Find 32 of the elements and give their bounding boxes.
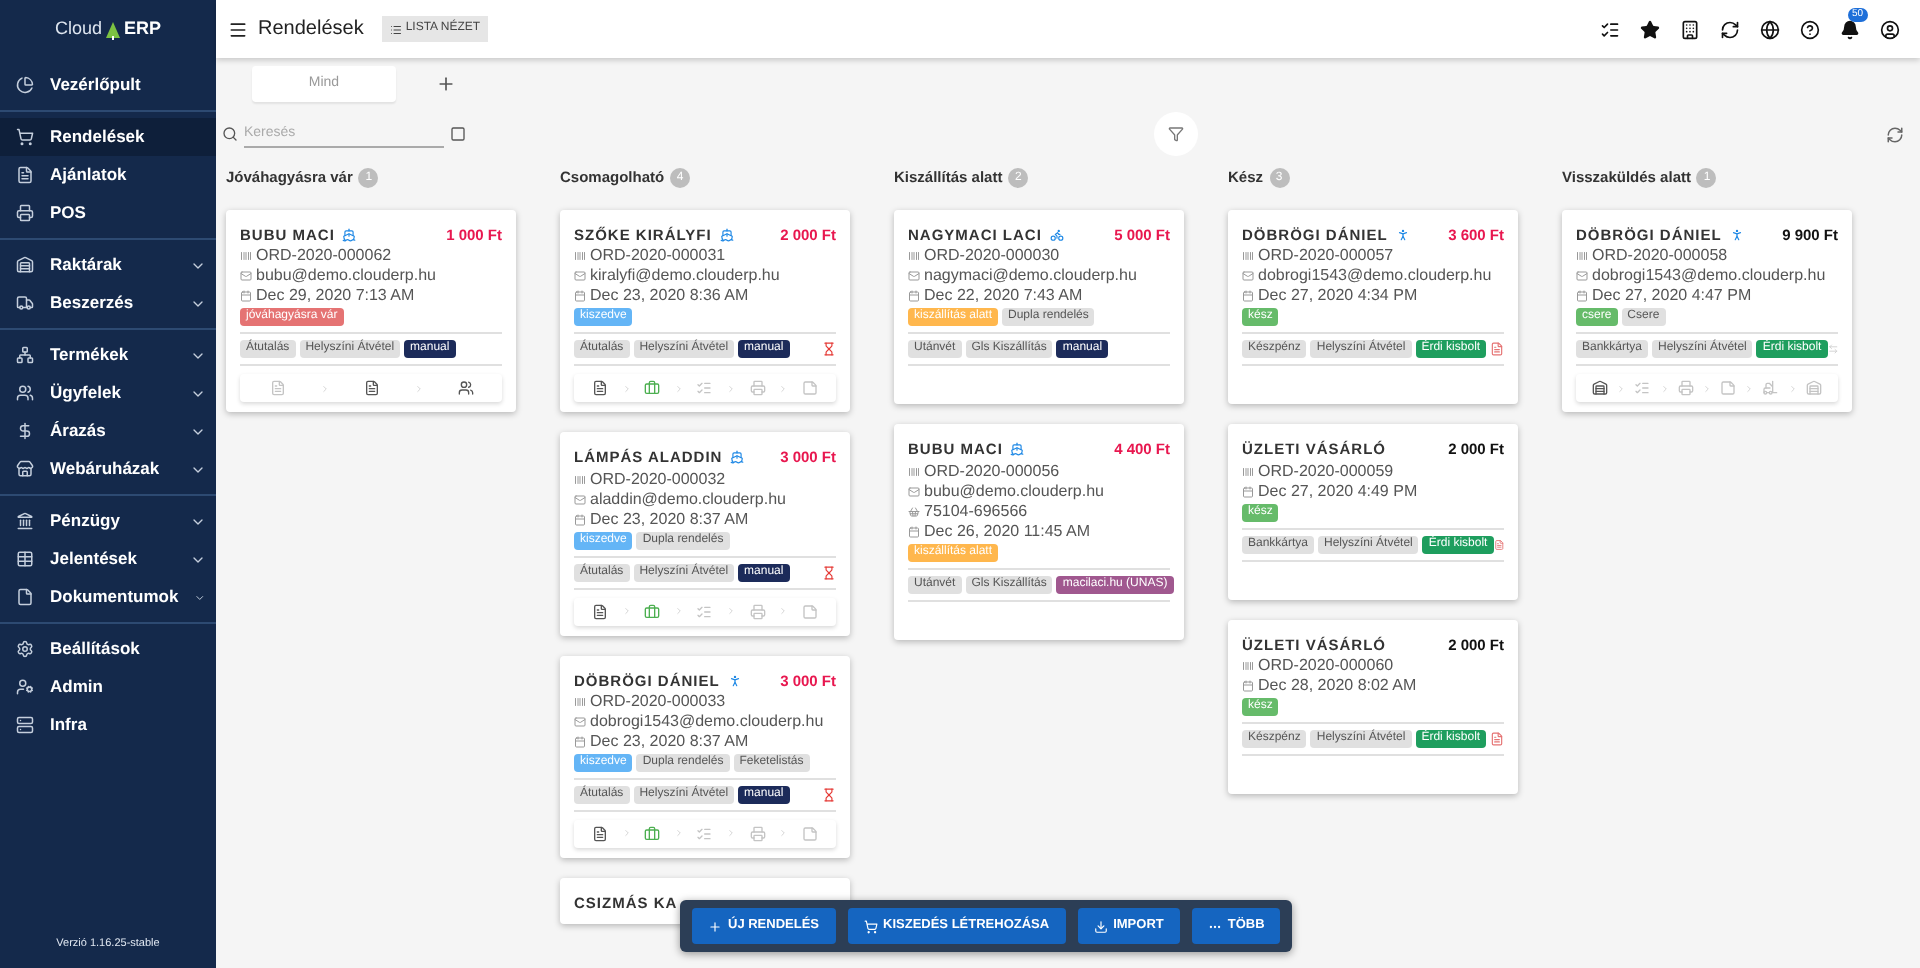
order-number: ORD-2020-000059 [1258,461,1394,481]
order-number: ORD-2020-000031 [590,246,726,267]
order-date: Dec 26, 2020 11:45 AM [924,521,1091,541]
order-number: ORD-2020-000033 [590,691,726,712]
customer-email: bubu@demo.clouderp.hu [256,266,436,287]
order-number: ORD-2020-000058 [1592,246,1728,267]
customer-email: dobrogi1543@demo.clouderp.hu [1258,266,1492,287]
order-date: Dec 28, 2020 8:02 AM [1258,675,1417,696]
order-number: ORD-2020-000056 [924,461,1060,481]
order-number: ORD-2020-000032 [590,469,726,489]
order-date: Dec 23, 2020 8:36 AM [590,286,749,307]
customer-email: dobrogi1543@demo.clouderp.hu [1592,266,1826,287]
order-date: Dec 27, 2020 4:47 PM [1592,286,1752,307]
tracking-number: 75104-696566 [924,501,1028,521]
customer-email: nagymaci@demo.clouderp.hu [924,266,1137,287]
logo-text: ERP [124,16,162,43]
customer-email: kiralyfi@demo.clouderp.hu [590,266,780,287]
order-date: Dec 23, 2020 8:37 AM [590,731,749,752]
customer-email: aladdin@demo.clouderp.hu [590,489,786,509]
page-title: Rendelések [258,16,364,44]
customer-email: bubu@demo.clouderp.hu [924,481,1104,501]
order-date: Dec 29, 2020 7:13 AM [256,286,415,307]
order-date: Dec 27, 2020 4:34 PM [1258,286,1418,307]
order-date: Dec 23, 2020 8:37 AM [590,509,749,529]
order-number: ORD-2020-000060 [1258,655,1394,676]
logo-text: Cloud [54,16,102,43]
order-number: ORD-2020-000062 [256,246,392,267]
customer-email: dobrogi1543@demo.clouderp.hu [590,711,824,732]
order-number: ORD-2020-000030 [924,246,1060,267]
order-number: ORD-2020-000057 [1258,246,1394,267]
order-date: Dec 27, 2020 4:49 PM [1258,481,1418,501]
order-date: Dec 22, 2020 7:43 AM [924,286,1083,307]
